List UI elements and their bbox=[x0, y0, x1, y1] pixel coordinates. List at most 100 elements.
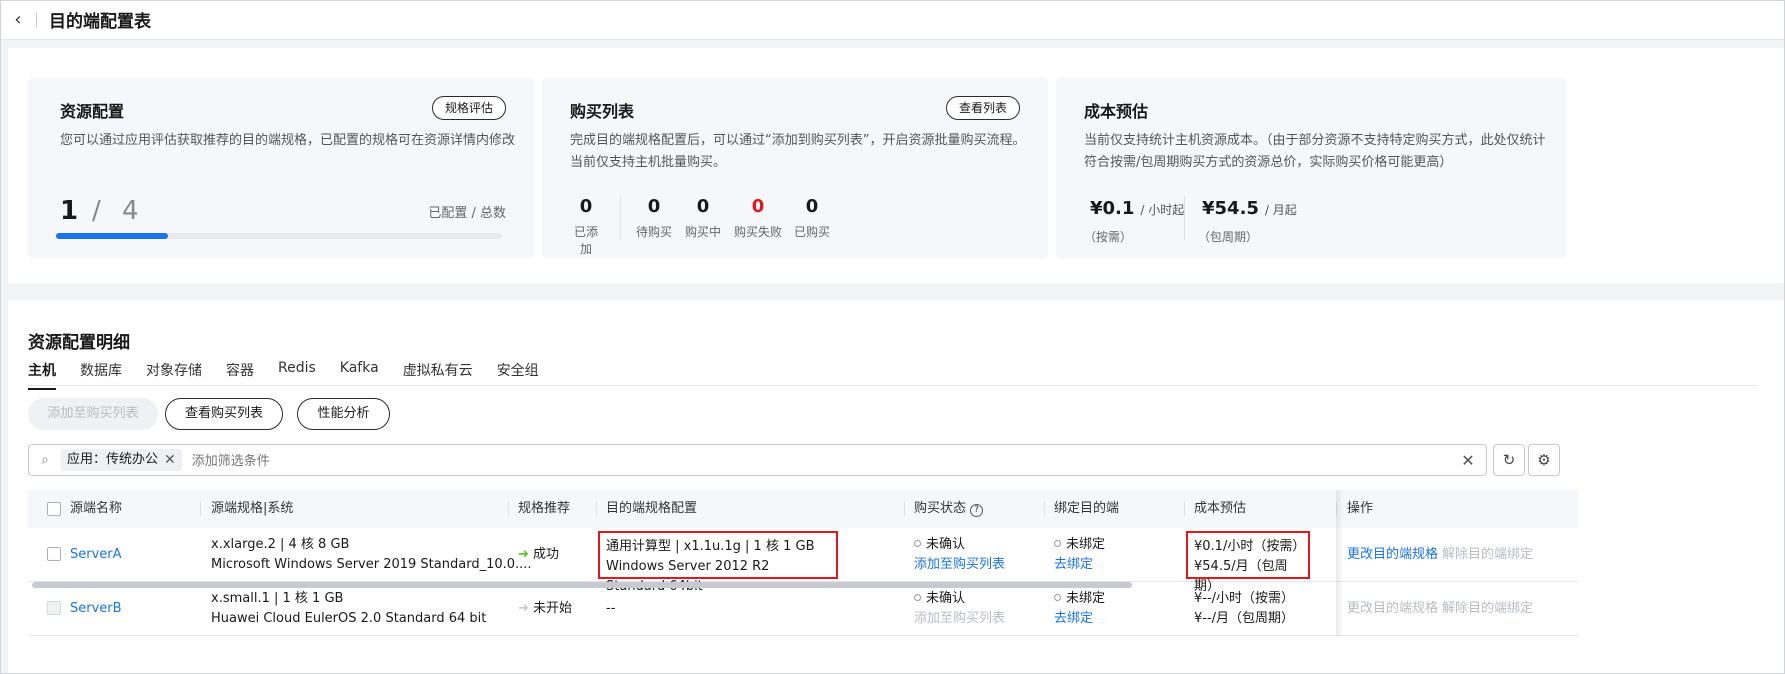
cost-desc-line1: 当前仅支持统计主机资源成本。（由于部分资源不支持特定购买方式，此处仅统计 bbox=[1084, 133, 1546, 148]
column-separator bbox=[1184, 502, 1185, 516]
cost-estimate-box: ¥0.1/小时（按需） ¥54.5/月（包周期） bbox=[1186, 531, 1310, 594]
add-to-purchase-list-link[interactable]: 添加至购买列表 bbox=[914, 609, 1005, 629]
change-target-spec-link[interactable]: 更改目的端规格 bbox=[1347, 545, 1438, 565]
monthly-cost-sub: （包周期） bbox=[1198, 230, 1259, 244]
monthly-cost-value: ¥54.5 bbox=[1202, 198, 1259, 219]
detail-title: 资源配置明细 bbox=[28, 333, 130, 353]
unbind-target-link[interactable]: 解除目的端绑定 bbox=[1442, 545, 1533, 565]
col-recommend: 规格推荐 bbox=[518, 501, 571, 516]
col-target-spec: 目的端规格配置 bbox=[606, 501, 698, 516]
status-dot bbox=[914, 540, 921, 547]
hourly-cost: ¥0.1 / 小时起 bbox=[1090, 198, 1184, 219]
stat-label: 待购买 bbox=[636, 225, 673, 239]
monthly-cost-unit: / 月起 bbox=[1264, 203, 1297, 217]
purchase-status-label: 未确认 bbox=[926, 591, 966, 606]
add-to-purchase-list-link[interactable]: 添加至购买列表 bbox=[914, 555, 1005, 575]
row-checkbox[interactable] bbox=[47, 601, 61, 615]
filter-input[interactable] bbox=[191, 452, 1450, 468]
filter-tag-label: 应用：传统办公 bbox=[67, 452, 159, 467]
purchase-list-title: 购买列表 bbox=[570, 102, 635, 121]
cost-estimate-desc: 当前仅支持统计主机资源成本。（由于部分资源不支持特定购买方式，此处仅统计 符合按… bbox=[1084, 130, 1546, 174]
select-all-checkbox[interactable] bbox=[47, 502, 61, 516]
filter-tag: 应用：传统办公 ✕ bbox=[61, 449, 182, 471]
cost-estimate-title: 成本预估 bbox=[1084, 102, 1149, 121]
stat-added: 0 已添加 bbox=[570, 196, 602, 257]
bind-link[interactable]: 去绑定 bbox=[1054, 609, 1093, 629]
resource-config-desc: 您可以通过应用评估获取推荐的目的端规格，已配置的规格可在资源详情内修改 bbox=[60, 133, 516, 148]
pending-arrow-icon: ➜ bbox=[518, 601, 529, 616]
change-target-spec-link[interactable]: 更改目的端规格 bbox=[1347, 599, 1438, 619]
col-cost-estimate: 成本预估 bbox=[1194, 501, 1247, 516]
bind-status: 未绑定 bbox=[1054, 589, 1105, 609]
stat-purchasing: 0 购买中 bbox=[685, 196, 721, 240]
filter-bar[interactable]: ⌕ 应用：传统办公 ✕ ✕ bbox=[28, 444, 1487, 476]
recommend-status: ➜ 成功 bbox=[518, 545, 559, 565]
purchase-status: 未确认 bbox=[914, 589, 965, 609]
add-to-purchase-list-button[interactable]: 添加至购买列表 bbox=[28, 398, 158, 430]
hourly-cost-value: ¥0.1 bbox=[1090, 198, 1135, 219]
stat-label: 购买失败 bbox=[734, 225, 783, 239]
total-count: 4 bbox=[122, 196, 139, 226]
purchase-list-desc: 完成目的端规格配置后，可以通过“添加到购买列表”，开启资源批量购买流程。 当前仅… bbox=[570, 130, 1025, 174]
tag-close-icon[interactable]: ✕ bbox=[164, 449, 176, 471]
stat-pending: 0 待购买 bbox=[636, 196, 672, 240]
bind-status-label: 未绑定 bbox=[1066, 591, 1106, 606]
hourly-cost-sub: （按需） bbox=[1084, 230, 1133, 244]
monthly-cost: ¥54.5 / 月起 bbox=[1202, 198, 1297, 219]
source-os: Microsoft Windows Server 2019 Standard_1… bbox=[211, 557, 532, 572]
unbind-target-link[interactable]: 解除目的端绑定 bbox=[1442, 599, 1533, 619]
status-dot bbox=[914, 594, 921, 601]
spec-evaluate-button[interactable]: 规格评估 bbox=[431, 96, 506, 120]
resource-config-title: 资源配置 bbox=[60, 102, 125, 121]
col-bind-target: 绑定目的端 bbox=[1054, 501, 1120, 516]
source-spec: x.small.1 | 1 核 1 GB bbox=[211, 591, 344, 606]
target-spec: -- bbox=[606, 601, 616, 616]
purchase-status-label: 未确认 bbox=[926, 537, 966, 552]
stat-value: 0 bbox=[805, 196, 819, 217]
col-actions: 操作 bbox=[1347, 501, 1374, 516]
source-name-link[interactable]: ServerB bbox=[70, 599, 122, 619]
view-purchase-list-button[interactable]: 查看购买列表 bbox=[165, 398, 283, 430]
stat-label: 购买中 bbox=[685, 225, 722, 239]
divider bbox=[36, 11, 37, 28]
row-checkbox[interactable] bbox=[47, 547, 61, 561]
purchase-desc-line2: 当前仅支持主机批量购买。 bbox=[570, 155, 727, 170]
clear-icon[interactable]: ✕ bbox=[1450, 451, 1486, 470]
target-spec-box: 通用计算型 | x1.1u.1g | 1 核 1 GB Windows Serv… bbox=[598, 531, 838, 594]
count-slash: / bbox=[92, 196, 101, 226]
purchase-list-card: 购买列表 查看列表 完成目的端规格配置后，可以通过“添加到购买列表”，开启资源批… bbox=[542, 78, 1048, 258]
stat-value: 0 bbox=[647, 196, 661, 217]
col-purchase-status-label: 购买状态 bbox=[914, 501, 967, 516]
stat-divider bbox=[1184, 196, 1185, 240]
bind-link[interactable]: 去绑定 bbox=[1054, 555, 1093, 575]
target-spec: 通用计算型 | x1.1u.1g | 1 核 1 GB bbox=[606, 539, 815, 554]
bind-status-label: 未绑定 bbox=[1066, 537, 1106, 552]
overview-panel: 资源配置 规格评估 您可以通过应用评估获取推荐的目的端规格，已配置的规格可在资源… bbox=[8, 48, 1785, 283]
view-list-button[interactable]: 查看列表 bbox=[945, 96, 1020, 120]
refresh-icon[interactable]: ↻ bbox=[1493, 444, 1525, 476]
table-row: ServerB x.small.1 | 1 核 1 GB Huawei Clou… bbox=[28, 582, 1578, 636]
performance-analysis-button[interactable]: 性能分析 bbox=[297, 398, 390, 430]
stat-label: 已购买 bbox=[794, 225, 831, 239]
column-separator bbox=[508, 502, 509, 516]
search-icon: ⌕ bbox=[41, 452, 49, 468]
help-icon[interactable]: ? bbox=[970, 504, 984, 517]
cost-desc-line2: 符合按需/包周期购买方式的资源总价，实际购买价格可能更高） bbox=[1084, 155, 1453, 170]
purchase-desc-line1: 完成目的端规格配置后，可以通过“添加到购买列表”，开启资源批量购买流程。 bbox=[570, 133, 1026, 148]
column-separator bbox=[904, 502, 905, 516]
status-dot bbox=[1054, 540, 1061, 547]
stat-value: 0 bbox=[696, 196, 710, 217]
recommend-status: ➜ 未开始 bbox=[518, 599, 572, 619]
purchase-status: 未确认 bbox=[914, 535, 965, 555]
progress-label: 已配置 / 总数 bbox=[428, 206, 506, 221]
recommend-label: 未开始 bbox=[533, 601, 573, 616]
source-name-link[interactable]: ServerA bbox=[70, 545, 122, 565]
cost-hourly: ¥--/小时（按需） bbox=[1194, 591, 1295, 606]
recommend-label: 成功 bbox=[533, 547, 560, 562]
col-source-spec: 源端规格|系统 bbox=[211, 501, 294, 516]
horizontal-scrollbar[interactable] bbox=[32, 582, 1132, 588]
back-icon[interactable]: ‹ bbox=[0, 0, 36, 40]
stat-label: 已添加 bbox=[573, 225, 598, 256]
settings-icon[interactable]: ⚙ bbox=[1528, 444, 1560, 476]
hourly-cost-unit: / 小时起 bbox=[1140, 203, 1185, 217]
